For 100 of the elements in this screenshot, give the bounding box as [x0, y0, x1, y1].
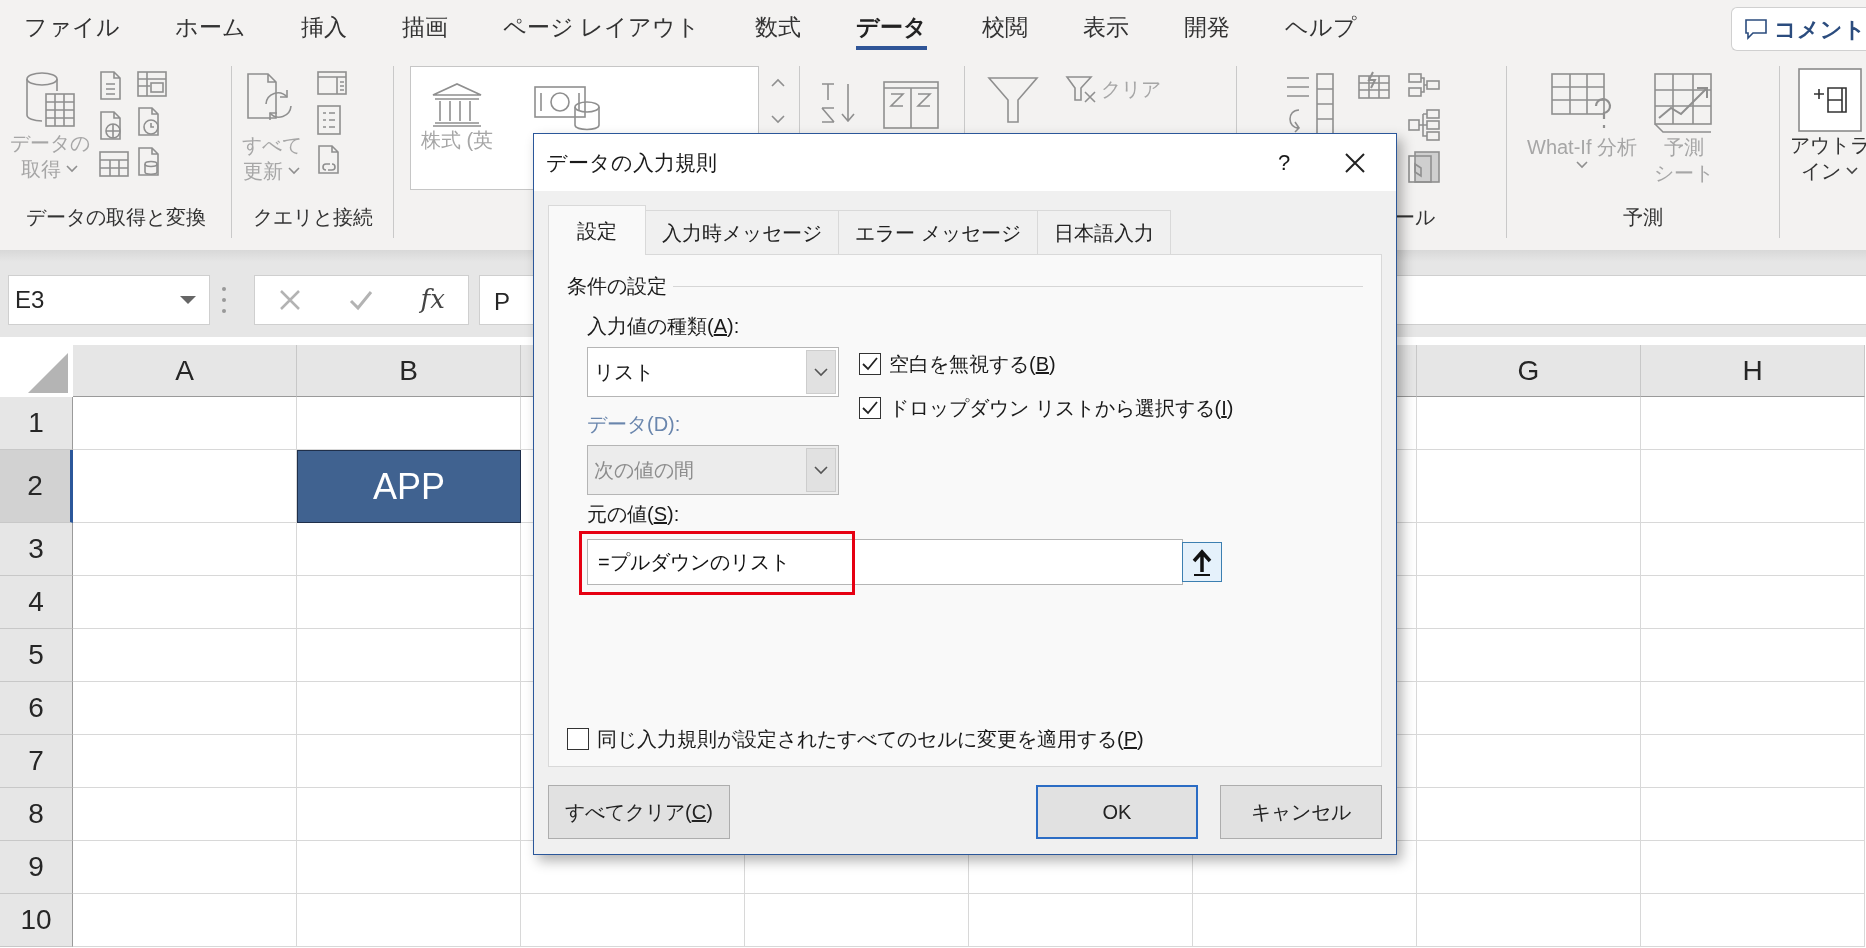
dialog-button[interactable]: OK [1036, 785, 1198, 839]
row-header[interactable]: 6 [0, 682, 73, 735]
sheet-cell[interactable] [297, 682, 521, 735]
sheet-cell[interactable] [1641, 397, 1865, 450]
sheet-cell[interactable] [73, 894, 297, 947]
sheet-cell[interactable] [297, 523, 521, 576]
row-header[interactable]: 8 [0, 788, 73, 841]
ribbon-tab[interactable]: 挿入 [301, 8, 347, 50]
ribbon-tab[interactable]: ページ レイアウト [503, 8, 701, 50]
sheet-cell[interactable] [521, 894, 745, 947]
sheet-cell[interactable] [1417, 576, 1641, 629]
sheet-cell[interactable] [73, 682, 297, 735]
ribbon-button[interactable]: アウトラ イン [1790, 68, 1866, 184]
row-header[interactable]: 5 [0, 629, 73, 682]
ribbon-tab[interactable]: 開発 [1184, 8, 1231, 50]
sheet-cell[interactable] [1417, 682, 1641, 735]
range-picker-button[interactable] [1182, 542, 1222, 582]
sheet-cell[interactable] [1417, 894, 1641, 947]
sheet-cell[interactable] [1193, 894, 1417, 947]
ribbon-tab[interactable]: 校閲 [982, 8, 1029, 50]
sheet-cell[interactable] [1641, 735, 1865, 788]
list-icon[interactable] [316, 104, 342, 136]
sheet-cell[interactable] [73, 841, 297, 894]
sheet-cell[interactable] [1641, 629, 1865, 682]
sheet-cell[interactable] [745, 894, 969, 947]
sort-icon[interactable] [818, 80, 858, 126]
ribbon-tab[interactable]: ファイル [24, 8, 120, 50]
sheet-cell[interactable] [297, 841, 521, 894]
sheet-cell[interactable] [73, 629, 297, 682]
row-header[interactable]: 10 [0, 894, 73, 947]
sheet-cell[interactable] [73, 576, 297, 629]
sheet-cell[interactable] [1417, 450, 1641, 523]
row-header[interactable]: 7 [0, 735, 73, 788]
sheet-cell[interactable] [73, 788, 297, 841]
sheet-cell[interactable] [1641, 894, 1865, 947]
dropdown-field[interactable]: リスト [587, 347, 839, 397]
column-header[interactable]: H [1641, 345, 1865, 397]
row-header[interactable]: 1 [0, 397, 73, 450]
sheet-cell[interactable] [297, 788, 521, 841]
relationships-icon[interactable] [1407, 108, 1441, 142]
ribbon-tab[interactable]: 描画 [402, 8, 448, 50]
column-header[interactable]: G [1417, 345, 1641, 397]
cancel-icon[interactable] [278, 287, 303, 312]
consolidate-icon[interactable] [1407, 70, 1441, 100]
help-button[interactable]: ? [1254, 146, 1314, 179]
sheet-cell[interactable] [297, 629, 521, 682]
sheet-cell[interactable] [297, 576, 521, 629]
comment-button[interactable]: コメント [1731, 7, 1866, 51]
sheet-cell[interactable] [1417, 788, 1641, 841]
panel-icon[interactable] [316, 70, 348, 96]
insert-function-button[interactable]: fx [420, 280, 445, 319]
flash-fill-icon[interactable] [1357, 70, 1391, 100]
sheet-cell[interactable]: APP [297, 450, 521, 523]
name-box[interactable]: E3 [8, 274, 210, 325]
filter-icon[interactable] [987, 74, 1039, 126]
dialog-tab[interactable]: 設定 [548, 205, 646, 255]
sheet-cell[interactable] [297, 735, 521, 788]
table-icon[interactable] [98, 150, 130, 178]
checkbox[interactable] [859, 397, 881, 419]
sheet-cell[interactable] [1417, 397, 1641, 450]
sheet-cell[interactable] [969, 894, 1193, 947]
close-icon[interactable] [1344, 151, 1366, 174]
row-header[interactable]: 4 [0, 576, 73, 629]
checkbox[interactable] [567, 728, 589, 750]
table-icon[interactable] [136, 70, 168, 98]
sheet-cell[interactable] [1417, 735, 1641, 788]
sheet-cell[interactable] [73, 450, 297, 523]
ribbon-tab[interactable]: 表示 [1083, 8, 1130, 50]
checkbox[interactable] [859, 353, 881, 375]
row-header[interactable]: 3 [0, 523, 73, 576]
sheet-cell[interactable] [73, 735, 297, 788]
dialog-tab[interactable]: 日本語入力 [1036, 210, 1171, 254]
row-header[interactable]: 9 [0, 841, 73, 894]
database-document-icon[interactable] [136, 146, 162, 178]
ribbon-tab[interactable]: 数式 [755, 8, 802, 50]
document-icon[interactable] [98, 70, 124, 102]
sheet-cell[interactable] [297, 397, 521, 450]
sheet-cell[interactable] [1641, 450, 1865, 523]
clock-document-icon[interactable] [136, 106, 162, 138]
column-header[interactable]: A [73, 345, 297, 397]
sheet-cell[interactable] [1641, 788, 1865, 841]
ribbon-tab[interactable]: ヘルプ [1285, 8, 1358, 50]
sheet-cell[interactable] [1417, 523, 1641, 576]
dialog-button[interactable]: キャンセル [1220, 785, 1382, 839]
dialog-button[interactable]: すべてクリア(C) [548, 785, 730, 839]
sort-table-icon[interactable] [882, 80, 940, 130]
globe-document-icon[interactable] [98, 110, 124, 142]
sheet-cell[interactable] [1641, 523, 1865, 576]
row-header[interactable]: 2 [0, 450, 73, 523]
source-field[interactable]: =プルダウンのリスト [587, 539, 1183, 585]
sheet-cell[interactable] [1417, 629, 1641, 682]
sheet-cell[interactable] [73, 397, 297, 450]
ribbon-tab[interactable]: ホーム [175, 8, 246, 50]
sheet-cell[interactable] [73, 523, 297, 576]
column-header[interactable]: B [297, 345, 521, 397]
ribbon-tab[interactable]: データ [856, 8, 928, 50]
sheet-cell[interactable] [297, 894, 521, 947]
sheet-cell[interactable] [1417, 841, 1641, 894]
sheet-cell[interactable] [1641, 682, 1865, 735]
data-model-icon[interactable] [1407, 150, 1441, 184]
